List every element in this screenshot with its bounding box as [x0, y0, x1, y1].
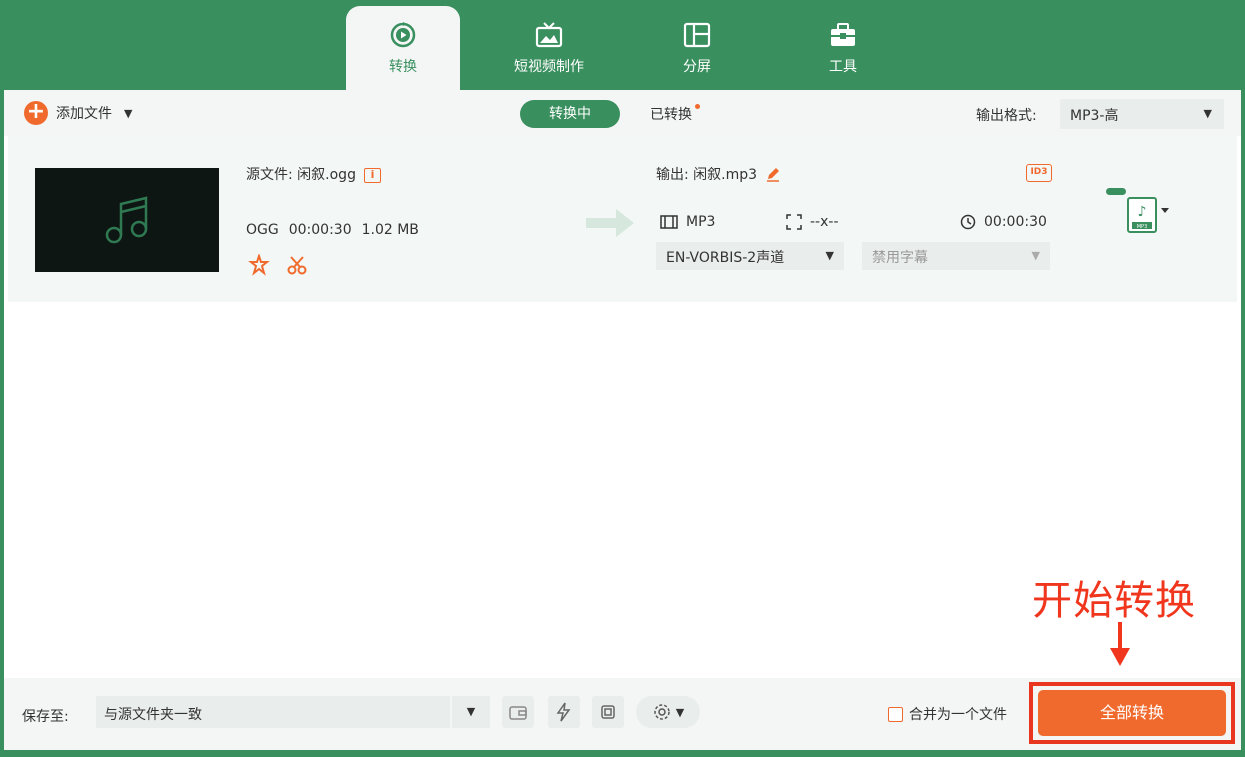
- source-duration: 00:00:30: [288, 222, 352, 238]
- settings-button[interactable]: ▼: [636, 696, 700, 728]
- chip-off-icon: [601, 705, 615, 719]
- toolbox-icon: [826, 18, 860, 52]
- source-format: OGG: [246, 222, 279, 238]
- add-file-button[interactable]: + 添加文件 ▼: [24, 101, 132, 125]
- add-plus-icon: +: [24, 101, 48, 125]
- resolution-text: --x--: [810, 214, 839, 230]
- converted-label: 已转换: [650, 107, 692, 123]
- tab-convert[interactable]: 转换: [346, 6, 460, 90]
- tab-label: 工具: [829, 59, 857, 75]
- output-format-text: MP3: [686, 214, 716, 230]
- convert-all-button[interactable]: 全部转换: [1038, 690, 1226, 736]
- source-file: 源文件: 闲叙.ogg i: [246, 164, 381, 184]
- clock-icon: [960, 214, 976, 230]
- music-note-icon: [105, 196, 148, 244]
- subtitle-select[interactable]: 禁用字幕 ▼: [862, 242, 1050, 270]
- checkbox-icon[interactable]: [888, 706, 903, 722]
- id3-tag-icon[interactable]: ID3: [1026, 164, 1052, 182]
- output-duration-text: 00:00:30: [984, 214, 1047, 230]
- chevron-down-icon[interactable]: ▼: [124, 107, 132, 120]
- split-screen-icon: [680, 18, 714, 52]
- output-format-select[interactable]: MP3-高 ▼: [1060, 99, 1224, 129]
- merge-checkbox[interactable]: 合并为一个文件: [888, 704, 1007, 724]
- enhance-icon[interactable]: [248, 254, 270, 276]
- gpu-accel-button[interactable]: [592, 696, 624, 728]
- toolbar: + 添加文件 ▼ 转换中 已转换 输出格式: MP3-高 ▼: [4, 90, 1241, 136]
- tab-tools[interactable]: 工具: [786, 6, 900, 90]
- resolution: --x--: [786, 214, 839, 230]
- output-format-label: 输出格式:: [976, 108, 1037, 124]
- tab-converting[interactable]: 转换中: [520, 100, 620, 128]
- subtitle-value: 禁用字幕: [872, 250, 928, 266]
- source-size: 1.02 MB: [361, 222, 419, 238]
- file-thumbnail[interactable]: [35, 168, 219, 272]
- mp3-badge-text: MP3: [1137, 224, 1148, 230]
- chevron-down-icon: ▼: [675, 705, 685, 719]
- output-duration: 00:00:30: [960, 214, 1047, 230]
- tab-label: 分屏: [683, 59, 711, 75]
- chevron-down-icon: ▼: [1031, 249, 1040, 262]
- save-to-label: 保存至:: [22, 709, 69, 725]
- folder-icon: [509, 706, 527, 720]
- top-tab-bar: 转换 短视频制作 分屏 工具: [0, 0, 1245, 92]
- convert-arrow-icon: [586, 206, 638, 244]
- chevron-down-icon: ▼: [1203, 107, 1212, 120]
- output-file: 输出: 闲叙.mp3: [656, 164, 781, 184]
- source-meta: OGG 00:00:30 1.02 MB: [246, 222, 419, 238]
- chevron-down-icon: ▼: [825, 249, 834, 262]
- edit-pencil-icon[interactable]: [765, 166, 781, 182]
- tab-split-screen[interactable]: 分屏: [640, 6, 754, 90]
- output-format-value: MP3-高: [1070, 108, 1119, 124]
- film-icon: [660, 215, 678, 229]
- annotation-arrow-icon: [1108, 622, 1132, 672]
- file-row: 源文件: 闲叙.ogg i OGG 00:00:30 1.02 MB 输出: 闲叙…: [8, 136, 1237, 302]
- convert-icon: [386, 18, 420, 52]
- gear-icon: [654, 704, 670, 720]
- resize-icon: [786, 214, 802, 230]
- edit-tools: [248, 254, 308, 276]
- source-file-label: 源文件: 闲叙.ogg: [246, 167, 356, 183]
- audio-track-select[interactable]: EN-VORBIS-2声道 ▼: [656, 242, 844, 270]
- save-path-field[interactable]: 与源文件夹一致: [96, 696, 450, 728]
- video-tv-icon: [532, 18, 566, 52]
- tab-short-video[interactable]: 短视频制作: [492, 6, 606, 90]
- add-file-label: 添加文件: [56, 106, 112, 122]
- output-file-label: 输出: 闲叙.mp3: [656, 167, 758, 183]
- scissors-icon[interactable]: [286, 254, 308, 276]
- notification-dot: [695, 104, 700, 109]
- info-icon[interactable]: i: [363, 167, 381, 183]
- annotation-text: 开始转换: [1032, 578, 1196, 624]
- hardware-accel-button[interactable]: [548, 696, 580, 728]
- footer-bar: 保存至: 与源文件夹一致 ▼ ▼ 合并为一个文件 全部转换: [4, 678, 1241, 750]
- output-format: MP3: [660, 214, 715, 230]
- lightning-off-icon: [556, 702, 571, 722]
- open-folder-button[interactable]: [502, 696, 534, 728]
- output-format-file-icon[interactable]: ♪ MP3: [1106, 188, 1176, 242]
- merge-label: 合并为一个文件: [909, 707, 1007, 723]
- tab-label: 转换: [389, 59, 417, 75]
- tab-label: 短视频制作: [514, 59, 584, 75]
- svg-text:♪: ♪: [1138, 204, 1147, 220]
- audio-track-value: EN-VORBIS-2声道: [666, 250, 785, 266]
- tab-converted[interactable]: 已转换: [650, 104, 700, 124]
- save-path-dropdown[interactable]: ▼: [452, 696, 490, 728]
